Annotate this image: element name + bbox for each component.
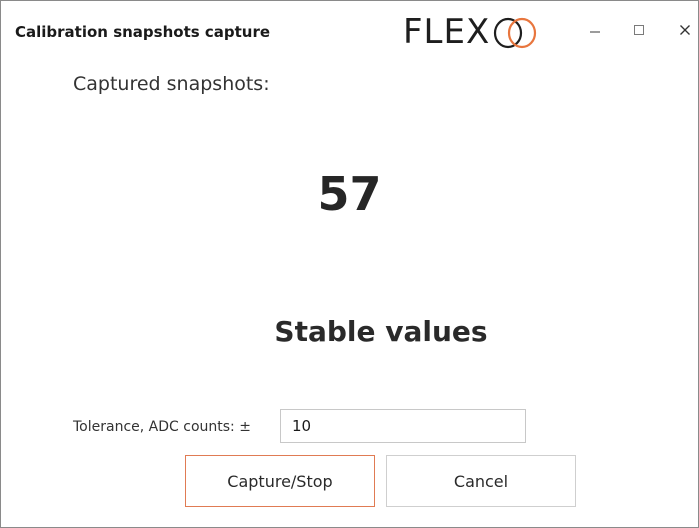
tolerance-input[interactable] [280, 409, 526, 443]
flexoo-logo: FLEX [403, 9, 539, 55]
tolerance-label: Tolerance, ADC counts: ± [73, 419, 251, 435]
maximize-icon [633, 21, 645, 40]
capture-stop-label: Capture/Stop [227, 471, 333, 491]
minimize-button[interactable] [575, 13, 615, 47]
stability-status: Stable values [274, 315, 488, 348]
captured-snapshots-label: Captured snapshots: [73, 73, 270, 95]
close-icon [679, 21, 691, 40]
window-title: Calibration snapshots capture [15, 23, 271, 41]
logo-text: FLEX [403, 12, 491, 52]
capture-stop-button[interactable]: Capture/Stop [185, 455, 375, 507]
maximize-button[interactable] [619, 13, 659, 47]
captured-count: 57 [317, 167, 382, 221]
minimize-icon [589, 21, 601, 40]
cancel-label: Cancel [453, 471, 509, 491]
cancel-button[interactable]: Cancel [386, 455, 576, 507]
title-bar[interactable]: Calibration snapshots capture FLEX [1, 1, 698, 63]
calibration-window: Calibration snapshots capture FLEX Captu… [0, 0, 699, 528]
close-button[interactable] [665, 13, 699, 47]
logo-rings-icon [491, 9, 539, 55]
